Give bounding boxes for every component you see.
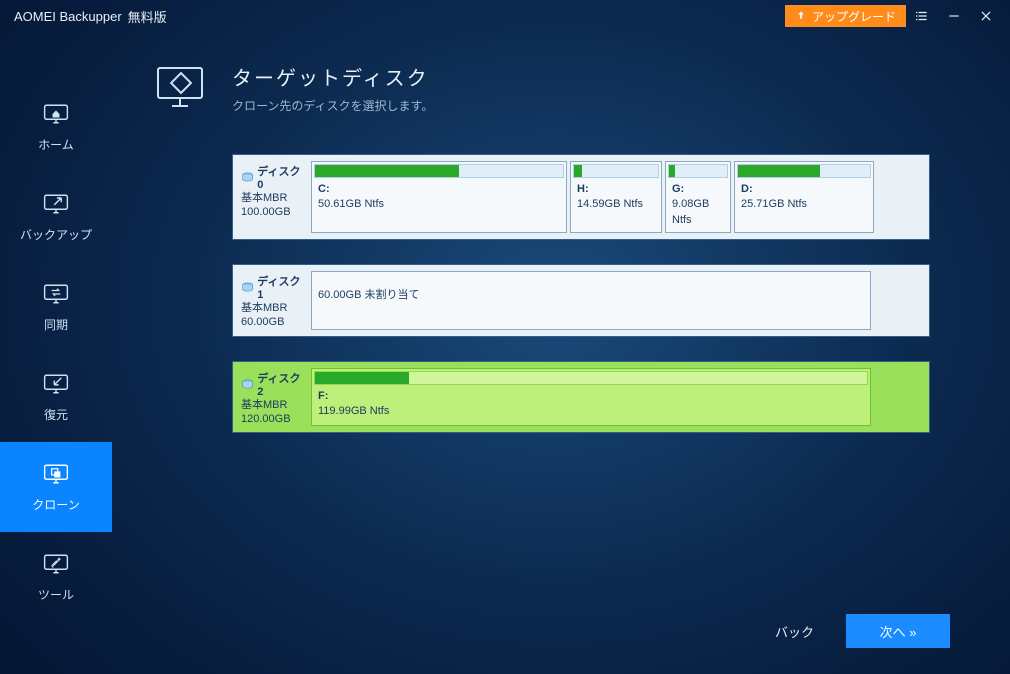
- partition-usage-bar: [314, 371, 868, 385]
- partition-desc: 14.59GB Ntfs: [577, 197, 655, 212]
- partition-drive: C:: [318, 182, 560, 197]
- partition-row: F:119.99GB Ntfs: [311, 368, 923, 427]
- partition[interactable]: D:25.71GB Ntfs: [734, 161, 874, 233]
- partition-drive: F:: [318, 389, 864, 404]
- page-title: ターゲットディスク: [232, 62, 433, 91]
- sidebar-item-label: バックアップ: [20, 226, 92, 243]
- disk-name: ディスク 1: [241, 273, 307, 301]
- back-button[interactable]: バック: [765, 616, 824, 647]
- partition-usage-bar: [573, 164, 659, 178]
- disk-name: ディスク 0: [241, 163, 307, 191]
- titlebar: AOMEI Backupper 無料版 アップグレード: [0, 0, 1010, 32]
- close-button[interactable]: [970, 0, 1002, 32]
- partition[interactable]: G:9.08GB Ntfs: [665, 161, 731, 233]
- partition-desc: 60.00GB 未割り当て: [312, 272, 870, 307]
- upgrade-label: アップグレード: [812, 8, 896, 25]
- partition[interactable]: H:14.59GB Ntfs: [570, 161, 662, 233]
- partition-unallocated[interactable]: 60.00GB 未割り当て: [311, 271, 871, 330]
- monitor-sync-icon: [42, 282, 70, 306]
- disk-type: 基本MBR: [241, 191, 307, 205]
- minimize-button[interactable]: [938, 0, 970, 32]
- monitor-arrow-out-icon: [42, 192, 70, 216]
- app-name: AOMEI Backupper: [14, 9, 122, 24]
- sidebar-item-tools[interactable]: ツール: [0, 532, 112, 622]
- partition-usage-bar: [737, 164, 871, 178]
- sidebar-item-sync[interactable]: 同期: [0, 262, 112, 352]
- sidebar-item-label: クローン: [32, 496, 79, 513]
- partition-row: C:50.61GB NtfsH:14.59GB NtfsG:9.08GB Ntf…: [311, 161, 923, 233]
- partition-desc: 9.08GB Ntfs: [672, 197, 724, 228]
- upgrade-icon: [795, 10, 807, 22]
- disk-icon: [241, 378, 254, 390]
- partition-row: 60.00GB 未割り当て: [311, 271, 923, 330]
- partition-usage-bar: [314, 164, 564, 178]
- sidebar-item-restore[interactable]: 復元: [0, 352, 112, 442]
- sidebar-item-label: ホーム: [38, 136, 74, 153]
- partition-usage-bar: [668, 164, 728, 178]
- page-header: ターゲットディスク クローン先のディスクを選択します。: [152, 62, 950, 114]
- partition[interactable]: C:50.61GB Ntfs: [311, 161, 567, 233]
- disk-size: 100.00GB: [241, 205, 307, 219]
- disk-list: ディスク 0基本MBR100.00GBC:50.61GB NtfsH:14.59…: [232, 154, 930, 433]
- next-button[interactable]: 次へ »: [846, 614, 950, 648]
- sidebar: ホーム バックアップ 同期 復元 クローン ツール: [0, 32, 112, 674]
- sidebar-item-label: 同期: [44, 316, 68, 333]
- disk-size: 120.00GB: [241, 412, 307, 426]
- footer-actions: バック 次へ »: [765, 614, 950, 648]
- partition-desc: 25.71GB Ntfs: [741, 197, 867, 212]
- page-subtitle: クローン先のディスクを選択します。: [232, 97, 433, 114]
- disk-type: 基本MBR: [241, 301, 307, 315]
- disk-card[interactable]: ディスク 0基本MBR100.00GBC:50.61GB NtfsH:14.59…: [232, 154, 930, 240]
- app-window: AOMEI Backupper 無料版 アップグレード ホーム バックアップ: [0, 0, 1010, 674]
- disk-card[interactable]: ディスク 1基本MBR60.00GB60.00GB 未割り当て: [232, 264, 930, 337]
- partition[interactable]: F:119.99GB Ntfs: [311, 368, 871, 427]
- menu-list-button[interactable]: [906, 0, 938, 32]
- partition-drive: H:: [577, 182, 655, 197]
- partition-drive: G:: [672, 182, 724, 197]
- disk-icon: [241, 171, 254, 183]
- disk-meta: ディスク 0基本MBR100.00GB: [239, 161, 311, 233]
- disk-name: ディスク 2: [241, 370, 307, 398]
- target-disk-icon: [152, 62, 208, 112]
- disk-icon: [241, 281, 254, 293]
- disk-meta: ディスク 2基本MBR120.00GB: [239, 368, 311, 427]
- sidebar-item-label: ツール: [38, 586, 74, 603]
- sidebar-item-label: 復元: [44, 406, 68, 423]
- monitor-home-icon: [42, 102, 70, 126]
- upgrade-button[interactable]: アップグレード: [785, 5, 906, 27]
- monitor-tools-icon: [42, 552, 70, 576]
- main-panel: ターゲットディスク クローン先のディスクを選択します。 ディスク 0基本MBR1…: [112, 32, 1010, 674]
- sidebar-item-clone[interactable]: クローン: [0, 442, 112, 532]
- disk-size: 60.00GB: [241, 315, 307, 329]
- partition-desc: 119.99GB Ntfs: [318, 404, 864, 419]
- sidebar-item-home[interactable]: ホーム: [0, 82, 112, 172]
- sidebar-item-backup[interactable]: バックアップ: [0, 172, 112, 262]
- partition-desc: 50.61GB Ntfs: [318, 197, 560, 212]
- disk-type: 基本MBR: [241, 398, 307, 412]
- app-edition: 無料版: [128, 7, 167, 26]
- disk-card[interactable]: ディスク 2基本MBR120.00GBF:119.99GB Ntfs: [232, 361, 930, 434]
- partition-drive: D:: [741, 182, 867, 197]
- monitor-arrow-in-icon: [42, 372, 70, 396]
- monitor-clone-icon: [42, 462, 70, 486]
- disk-meta: ディスク 1基本MBR60.00GB: [239, 271, 311, 330]
